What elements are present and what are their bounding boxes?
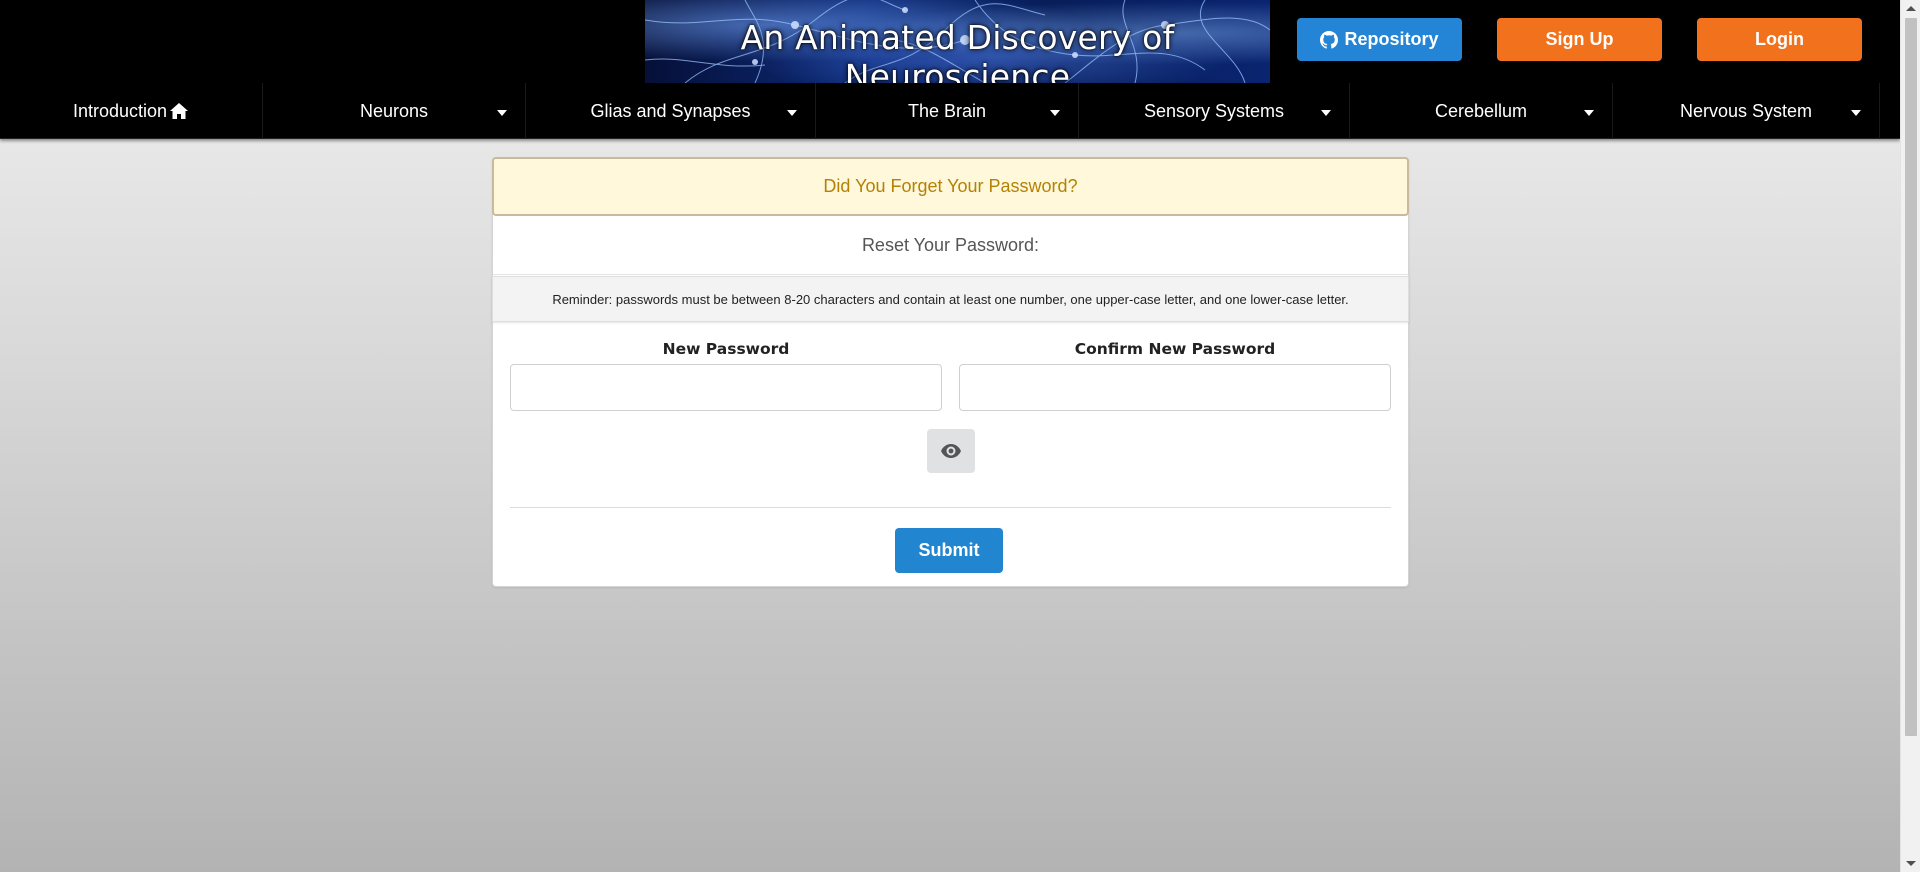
- caret-down-icon: [1851, 110, 1861, 116]
- nav-item-neurons[interactable]: Neurons: [263, 83, 526, 139]
- submit-button[interactable]: Submit: [895, 528, 1003, 573]
- scroll-down-arrow-icon[interactable]: [1906, 861, 1916, 866]
- login-button[interactable]: Login: [1697, 18, 1862, 61]
- nav-item-label: Neurons: [359, 100, 429, 121]
- reset-password-title: Reset Your Password:: [493, 216, 1408, 275]
- nav-item-introduction[interactable]: Introduction: [0, 83, 263, 139]
- banner-title: An Animated Discovery of Neuroscience: [740, 18, 1175, 83]
- caret-down-icon: [1321, 110, 1331, 116]
- repository-label: Repository: [1344, 29, 1439, 49]
- nav-item-label: The Brain: [907, 100, 987, 121]
- caret-down-icon: [497, 110, 507, 116]
- top-header: An Animated Discovery of Neuroscience Re…: [0, 0, 1900, 83]
- scrollbar-thumb[interactable]: [1905, 18, 1917, 736]
- caret-down-icon: [1050, 110, 1060, 116]
- github-icon: [1320, 30, 1339, 49]
- nav-item-label: Introduction: [72, 100, 168, 121]
- nav-item-label: Sensory Systems: [1143, 100, 1285, 121]
- main-nav: Introduction Neurons Glias and Synapses …: [0, 83, 1900, 139]
- page-scrollbar[interactable]: [1900, 0, 1920, 872]
- password-reminder: Reminder: passwords must be between 8-20…: [492, 276, 1409, 322]
- reset-password-card: Did You Forget Your Password? Reset Your…: [492, 157, 1409, 587]
- toggle-password-visibility-button[interactable]: [927, 429, 975, 473]
- new-password-label: New Password: [662, 340, 790, 358]
- nav-item-sensory-systems[interactable]: Sensory Systems: [1079, 83, 1350, 139]
- caret-down-icon: [1584, 110, 1594, 116]
- confirm-password-label: Confirm New Password: [1074, 340, 1276, 358]
- home-icon: [170, 103, 189, 119]
- nav-item-the-brain[interactable]: The Brain: [816, 83, 1079, 139]
- nav-item-glias-and-synapses[interactable]: Glias and Synapses: [526, 83, 816, 139]
- site-banner[interactable]: An Animated Discovery of Neuroscience: [645, 0, 1270, 83]
- caret-down-icon: [787, 110, 797, 116]
- nav-item-label: Cerebellum: [1434, 100, 1528, 121]
- scroll-up-arrow-icon[interactable]: [1906, 6, 1916, 11]
- nav-item-nervous-system[interactable]: Nervous System: [1613, 83, 1880, 139]
- new-password-input[interactable]: [510, 364, 942, 411]
- nav-item-label: Glias and Synapses: [590, 100, 751, 121]
- eye-icon: [941, 444, 961, 458]
- sign-up-button[interactable]: Sign Up: [1497, 18, 1662, 61]
- nav-item-cerebellum[interactable]: Cerebellum: [1350, 83, 1613, 139]
- confirm-password-input[interactable]: [959, 364, 1391, 411]
- nav-item-label: Nervous System: [1679, 100, 1813, 121]
- forgot-password-message: Did You Forget Your Password?: [492, 157, 1409, 216]
- repository-button[interactable]: Repository: [1297, 18, 1462, 61]
- form-divider: [510, 507, 1391, 508]
